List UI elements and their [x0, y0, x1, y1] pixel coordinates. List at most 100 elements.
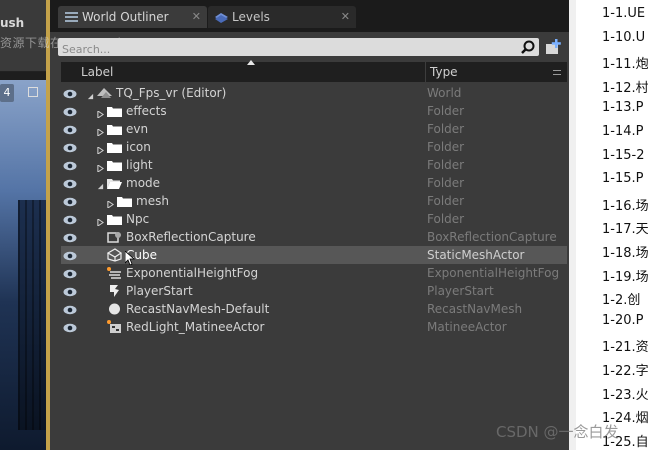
row-label: BoxReflectionCapture — [126, 230, 256, 244]
outliner-row[interactable]: mode Folder — [61, 174, 567, 192]
outliner-row[interactable]: PlayerStart PlayerStart — [61, 282, 567, 300]
add-folder-icon[interactable] — [544, 37, 564, 57]
document-list-item[interactable]: 1-20.P — [602, 313, 643, 328]
row-label: ExponentialHeightFog — [126, 266, 259, 280]
visibility-eye-icon[interactable] — [63, 322, 77, 333]
level-viewport[interactable]: ush 4 — [0, 0, 50, 450]
column-menu-icon[interactable] — [553, 70, 561, 75]
visibility-eye-icon[interactable] — [63, 160, 77, 171]
document-list-item[interactable]: 1-14.P — [602, 124, 643, 139]
document-list-item[interactable]: 1-13.P — [602, 100, 643, 115]
collapsed-arrow-icon[interactable] — [97, 161, 105, 173]
visibility-eye-icon[interactable] — [63, 142, 77, 153]
fog-icon — [107, 266, 122, 280]
visibility-eye-icon[interactable] — [63, 286, 77, 297]
visibility-eye-icon[interactable] — [63, 214, 77, 225]
outliner-row[interactable]: TQ_Fps_vr (Editor) World — [61, 84, 567, 102]
outliner-row[interactable]: icon Folder — [61, 138, 567, 156]
expanded-arrow-icon[interactable] — [97, 179, 104, 190]
visibility-eye-icon[interactable] — [63, 268, 77, 279]
visibility-eye-icon[interactable] — [63, 196, 77, 207]
row-label: RedLight_MatineeActor — [126, 320, 265, 334]
outliner-row[interactable]: light Folder — [61, 156, 567, 174]
visibility-eye-icon[interactable] — [63, 178, 77, 189]
row-type: BoxReflectionCapture — [427, 230, 557, 244]
viewport-number-badge[interactable]: 4 — [0, 84, 14, 102]
mouse-cursor-icon — [124, 250, 136, 266]
visibility-eye-icon[interactable] — [63, 124, 77, 135]
row-type: PlayerStart — [427, 284, 494, 298]
outliner-row[interactable]: RecastNavMesh-Default RecastNavMesh — [61, 300, 567, 318]
folder-icon — [107, 212, 122, 226]
viewport-scene[interactable] — [0, 80, 48, 450]
world-icon — [97, 86, 112, 100]
outliner-row[interactable]: BoxReflectionCapture BoxReflectionCapture — [61, 228, 567, 246]
document-list-item[interactable]: 1-1.UE — [602, 6, 645, 21]
document-list-item[interactable]: 1-16.场 — [602, 195, 648, 214]
document-list-item[interactable]: 1-23.火 — [602, 384, 648, 403]
row-type: ExponentialHeightFog — [427, 266, 560, 280]
outliner-row[interactable]: mesh Folder — [61, 192, 567, 210]
visibility-eye-icon[interactable] — [63, 106, 77, 117]
scrollbar[interactable] — [569, 0, 576, 450]
nav-mesh-icon — [107, 302, 122, 316]
document-list-item[interactable]: 1-18.场 — [602, 242, 648, 261]
document-list-item[interactable]: 1-15.P — [602, 171, 643, 186]
close-icon[interactable]: ✕ — [192, 6, 201, 28]
folder-open-icon — [107, 176, 122, 190]
document-list-item[interactable]: 1-11.炮 — [602, 53, 648, 72]
tab-label: World Outliner — [82, 10, 169, 24]
row-label: icon — [126, 140, 151, 154]
visibility-eye-icon[interactable] — [63, 250, 77, 261]
column-type-header[interactable]: Type — [430, 65, 458, 79]
row-type: Folder — [427, 122, 465, 136]
row-type: Folder — [427, 194, 465, 208]
collapsed-arrow-icon[interactable] — [97, 143, 105, 155]
collapsed-arrow-icon[interactable] — [107, 197, 115, 209]
expanded-arrow-icon[interactable] — [87, 89, 94, 100]
column-header: Label Type — [61, 60, 567, 82]
collapsed-arrow-icon[interactable] — [97, 215, 105, 227]
row-type: Folder — [427, 140, 465, 154]
outliner-row[interactable]: ExponentialHeightFog ExponentialHeightFog — [61, 264, 567, 282]
row-label: Npc — [126, 212, 150, 226]
outliner-row[interactable]: Cube StaticMeshActor — [61, 246, 567, 266]
search-icon[interactable] — [521, 40, 535, 54]
maximize-icon[interactable] — [28, 87, 38, 97]
document-list-item[interactable]: 1-21.资 — [602, 336, 648, 355]
matinee-icon — [107, 320, 122, 334]
visibility-eye-icon[interactable] — [63, 304, 77, 315]
search-bar[interactable] — [58, 38, 539, 59]
column-divider[interactable] — [425, 62, 426, 82]
outliner-row[interactable]: Npc Folder — [61, 210, 567, 228]
row-type: MatineeActor — [427, 320, 507, 334]
visibility-eye-icon[interactable] — [63, 232, 77, 243]
tab-levels[interactable]: Levels ✕ — [208, 6, 356, 28]
collapsed-arrow-icon[interactable] — [97, 125, 105, 137]
document-list-item[interactable]: 1-17.天 — [602, 218, 648, 237]
outliner-row[interactable]: evn Folder — [61, 120, 567, 138]
document-list-item[interactable]: 1-12.村 — [602, 77, 648, 96]
row-label: light — [126, 158, 153, 172]
static-mesh-icon — [106, 248, 123, 262]
document-list-item[interactable]: 1-15-2 — [602, 148, 644, 163]
column-label-header[interactable]: Label — [81, 65, 113, 79]
folder-icon — [107, 104, 122, 118]
visibility-eye-icon[interactable] — [63, 88, 77, 99]
document-list-item[interactable]: 1-19.场 — [602, 266, 648, 285]
row-label: TQ_Fps_vr (Editor) — [116, 86, 227, 100]
folder-icon — [117, 194, 132, 208]
tab-label: Levels — [232, 10, 270, 24]
world-outliner-panel: 资源下载在 .... CandyGoona Label Type TQ_Fps_… — [0, 32, 575, 450]
outliner-row[interactable]: effects Folder — [61, 102, 567, 120]
search-input[interactable] — [58, 40, 498, 59]
tab-world-outliner[interactable]: World Outliner ✕ — [58, 6, 207, 28]
outliner-row[interactable]: RedLight_MatineeActor MatineeActor — [61, 318, 567, 336]
document-list-item[interactable]: 1-22.字 — [602, 360, 648, 379]
row-type: Folder — [427, 104, 465, 118]
document-list-item[interactable]: 1-2.创 — [602, 289, 640, 308]
document-list-item[interactable]: 1-10.U — [602, 30, 645, 45]
row-label: evn — [126, 122, 149, 136]
collapsed-arrow-icon[interactable] — [97, 107, 105, 119]
close-icon[interactable]: ✕ — [341, 6, 350, 28]
